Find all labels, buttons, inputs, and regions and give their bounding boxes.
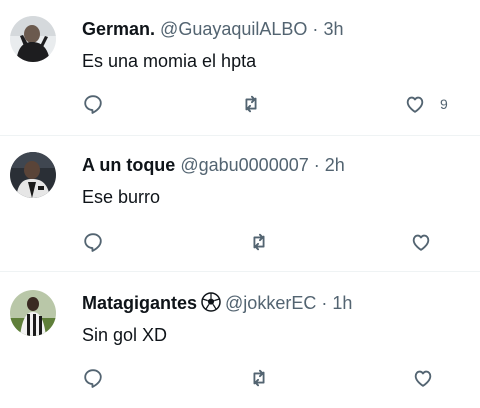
reply-header: Matagigantes @jokkerEC · 1h bbox=[82, 292, 352, 317]
author-handle[interactable]: @jokkerEC bbox=[225, 293, 316, 313]
reply-header: German. @GuayaquilALBO · 3h bbox=[82, 18, 343, 40]
author-name[interactable]: Matagigantes bbox=[82, 293, 197, 313]
like-icon bbox=[406, 96, 424, 113]
like-icon bbox=[412, 234, 430, 251]
retweet-icon bbox=[245, 95, 257, 113]
avatar-image bbox=[10, 152, 56, 198]
avatar[interactable] bbox=[10, 152, 56, 198]
like-button[interactable] bbox=[410, 230, 432, 254]
reply-tweet[interactable]: Matagigantes @jokkerEC · 1h Sin gol XD bbox=[0, 272, 480, 408]
action-bar: 9 bbox=[82, 92, 462, 116]
reply-text: Sin gol XD bbox=[82, 325, 168, 345]
avatar-image bbox=[10, 290, 56, 336]
author-name[interactable]: A un toque bbox=[82, 155, 175, 175]
avatar-image bbox=[10, 16, 56, 62]
reply-text: Ese burro bbox=[82, 187, 161, 207]
soccer-ball-icon bbox=[201, 292, 221, 317]
timestamp[interactable]: 2h bbox=[325, 155, 345, 175]
like-icon bbox=[414, 370, 432, 387]
reply-icon bbox=[84, 95, 102, 114]
reply-text: Es una momia el hpta bbox=[82, 51, 257, 71]
retweet-button[interactable] bbox=[248, 230, 270, 254]
reply-icon bbox=[84, 369, 102, 388]
retweet-button[interactable] bbox=[240, 92, 262, 116]
reply-button[interactable] bbox=[82, 230, 104, 254]
author-handle[interactable]: @gabu0000007 bbox=[180, 155, 308, 175]
like-button[interactable] bbox=[412, 366, 434, 390]
action-bar bbox=[82, 230, 462, 254]
retweet-button[interactable] bbox=[248, 366, 270, 390]
separator-dot: · bbox=[312, 19, 319, 39]
action-bar bbox=[82, 366, 462, 390]
separator-dot: · bbox=[313, 155, 320, 175]
timestamp[interactable]: 3h bbox=[323, 19, 343, 39]
avatar[interactable] bbox=[10, 290, 56, 336]
timestamp[interactable]: 1h bbox=[332, 293, 352, 313]
reply-button[interactable] bbox=[82, 92, 104, 116]
retweet-icon bbox=[253, 233, 265, 251]
retweet-icon bbox=[253, 369, 265, 387]
reply-button[interactable] bbox=[82, 366, 104, 390]
reply-header: A un toque @gabu0000007 · 2h bbox=[82, 154, 345, 176]
author-name[interactable]: German. bbox=[82, 19, 155, 39]
author-handle[interactable]: @GuayaquilALBO bbox=[160, 19, 307, 39]
replies-feed: German. @GuayaquilALBO · 3h Es una momia… bbox=[0, 0, 480, 408]
separator-dot: · bbox=[321, 293, 328, 313]
reply-icon bbox=[84, 233, 102, 252]
reply-tweet[interactable]: A un toque @gabu0000007 · 2h Ese burro bbox=[0, 136, 480, 272]
reply-tweet[interactable]: German. @GuayaquilALBO · 3h Es una momia… bbox=[0, 0, 480, 136]
avatar[interactable] bbox=[10, 16, 56, 62]
like-count: 9 bbox=[440, 96, 448, 112]
like-button[interactable]: 9 bbox=[404, 92, 448, 116]
